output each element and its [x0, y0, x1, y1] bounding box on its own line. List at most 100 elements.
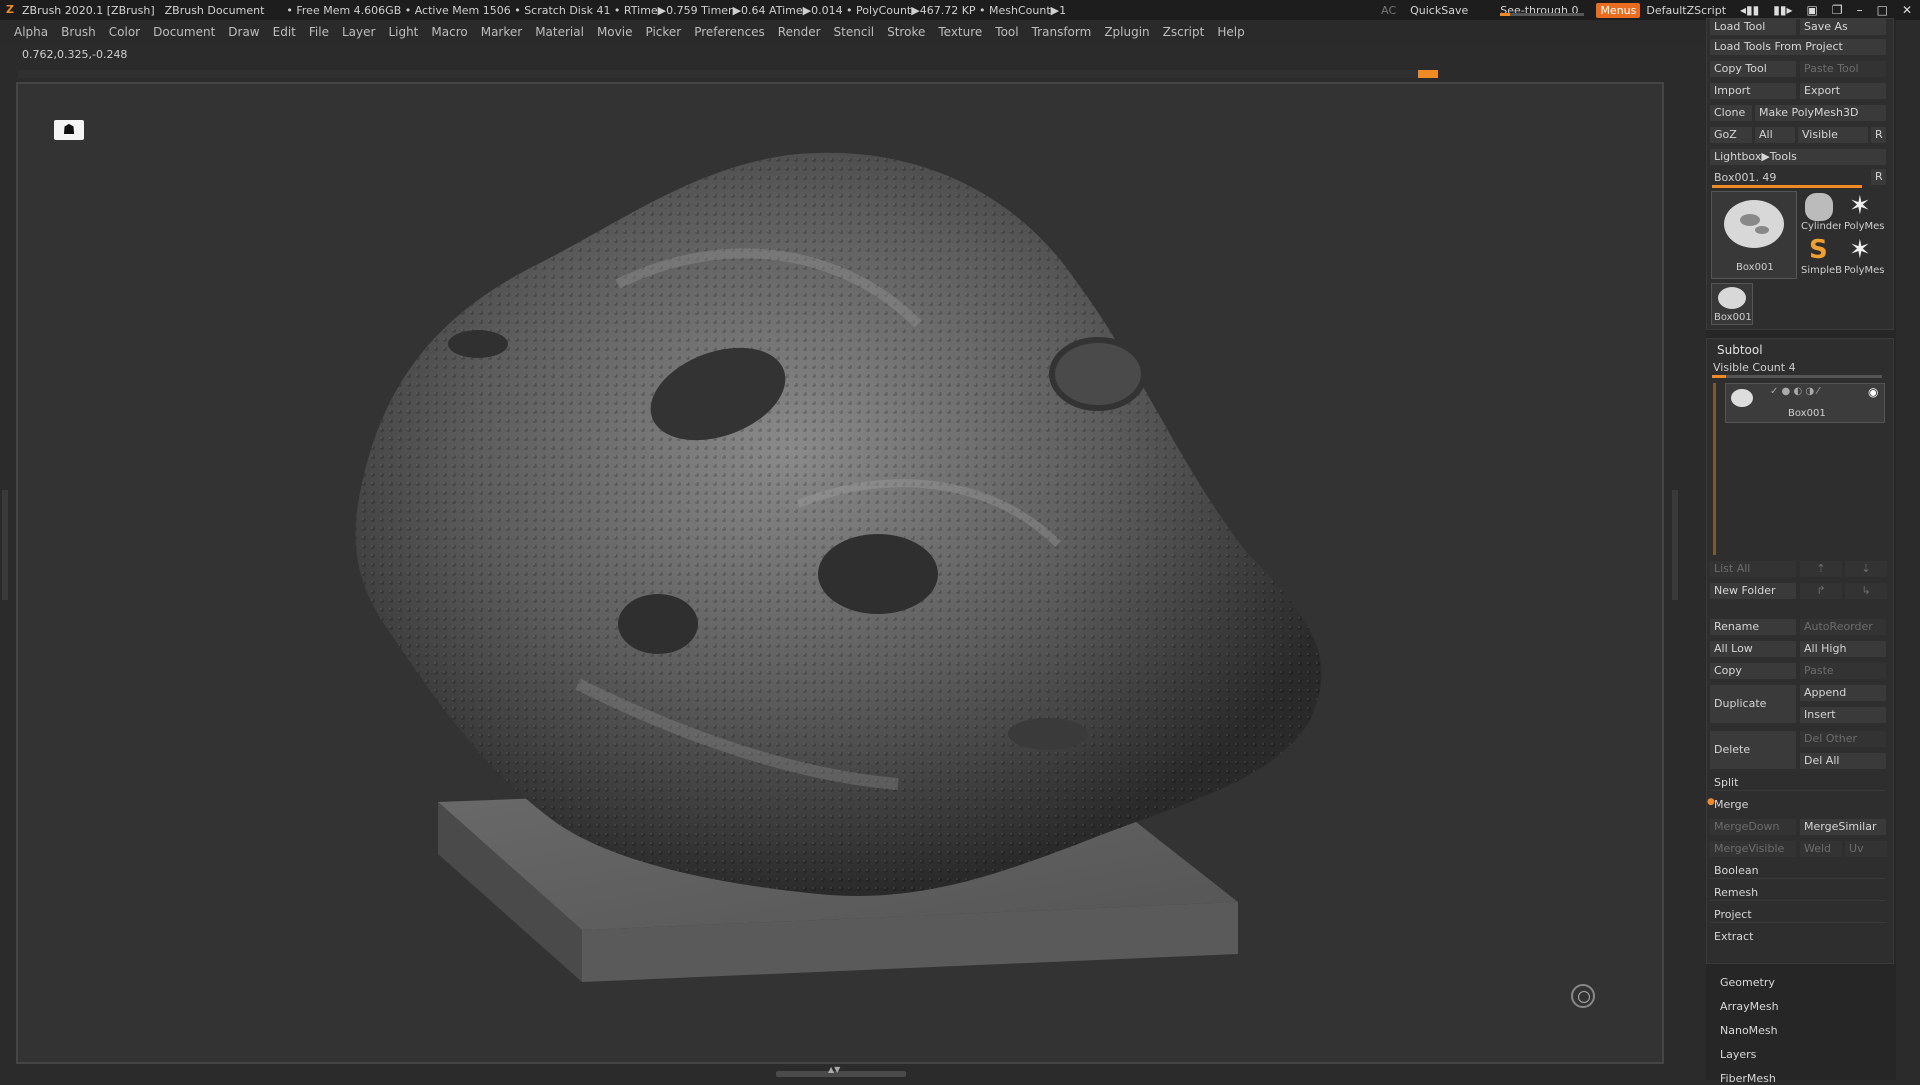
menu-light[interactable]: Light	[388, 25, 418, 39]
all-high-button[interactable]: All High	[1800, 641, 1886, 657]
subtool-item-box001[interactable]: ✓ ● ◐ ◑ ⁄ ◉ Box001	[1725, 383, 1885, 423]
tool-thumbnail-box001[interactable]: Box001	[1711, 191, 1797, 279]
list-all-button[interactable]: List All	[1710, 561, 1796, 577]
fibermesh-menu[interactable]: FiberMesh	[1720, 1072, 1776, 1085]
project-menu[interactable]: Project	[1710, 907, 1886, 923]
subtool-title[interactable]: Subtool	[1717, 343, 1763, 357]
del-all-button[interactable]: Del All	[1800, 753, 1886, 769]
arraymesh-menu[interactable]: ArrayMesh	[1720, 1000, 1779, 1013]
ac-label[interactable]: AC	[1381, 4, 1396, 17]
menu-stencil[interactable]: Stencil	[834, 25, 875, 39]
duplicate-button[interactable]: Duplicate	[1710, 685, 1796, 723]
menu-movie[interactable]: Movie	[597, 25, 633, 39]
merge-menu[interactable]: Merge	[1710, 797, 1886, 813]
rename-button[interactable]: Rename	[1710, 619, 1796, 635]
lightbox-tools-button[interactable]: Lightbox▶Tools	[1710, 149, 1886, 165]
clone-button[interactable]: Clone	[1710, 105, 1752, 121]
load-tools-from-project-button[interactable]: Load Tools From Project	[1710, 39, 1886, 55]
menu-color[interactable]: Color	[109, 25, 140, 39]
maximize-icon[interactable]: □	[1877, 3, 1888, 17]
mergevisible-button[interactable]: MergeVisible	[1710, 841, 1796, 857]
left-tray-handle[interactable]	[2, 490, 8, 600]
nanomesh-menu[interactable]: NanoMesh	[1720, 1024, 1778, 1037]
autoreorder-button[interactable]: AutoReorder	[1800, 619, 1886, 635]
boolean-menu[interactable]: Boolean	[1710, 863, 1886, 879]
bottom-tray-handle[interactable]	[776, 1065, 906, 1077]
polymesh-star-icon-2[interactable]: ✶	[1849, 235, 1871, 265]
right-tray-handle[interactable]	[1672, 490, 1678, 600]
append-button[interactable]: Append	[1800, 685, 1886, 701]
menu-zscript[interactable]: Zscript	[1163, 25, 1205, 39]
subtool-list-scrollbar[interactable]	[1713, 383, 1716, 555]
new-folder-button[interactable]: New Folder	[1710, 583, 1796, 599]
copy-tool-button[interactable]: Copy Tool	[1710, 61, 1796, 77]
tool-reset-r-button[interactable]: R	[1871, 169, 1886, 185]
menu-layer[interactable]: Layer	[342, 25, 375, 39]
default-zscript-button[interactable]: DefaultZScript	[1646, 4, 1726, 17]
menu-stroke[interactable]: Stroke	[887, 25, 925, 39]
minimize-icon[interactable]: –	[1857, 3, 1863, 17]
current-tool-slider-label[interactable]: Box001. 49	[1714, 171, 1776, 184]
import-button[interactable]: Import	[1710, 83, 1796, 99]
all-low-button[interactable]: All Low	[1710, 641, 1796, 657]
move-up-arrow-icon[interactable]: ⇡	[1800, 561, 1842, 577]
goz-all-button[interactable]: All	[1755, 127, 1795, 143]
polymesh-star-icon[interactable]: ✶	[1849, 191, 1871, 221]
menu-macro[interactable]: Macro	[431, 25, 467, 39]
menu-picker[interactable]: Picker	[645, 25, 681, 39]
folder-out-icon[interactable]: ↳	[1845, 583, 1887, 599]
folder-in-icon[interactable]: ↱	[1800, 583, 1842, 599]
insert-button[interactable]: Insert	[1800, 707, 1886, 723]
menu-draw[interactable]: Draw	[228, 25, 259, 39]
window-restore-icon[interactable]: ❐	[1832, 3, 1843, 17]
load-tool-button[interactable]: Load Tool	[1710, 19, 1796, 35]
menu-preferences[interactable]: Preferences	[694, 25, 765, 39]
subtool-options-icons[interactable]: ✓ ● ◐ ◑ ⁄	[1770, 386, 1819, 397]
menu-material[interactable]: Material	[535, 25, 584, 39]
mergesimilar-button[interactable]: MergeSimilar	[1800, 819, 1886, 835]
canvas-viewport[interactable]: ☗	[16, 82, 1664, 1064]
geometry-menu[interactable]: Geometry	[1720, 976, 1775, 989]
menu-alpha[interactable]: Alpha	[14, 25, 48, 39]
menu-document[interactable]: Document	[153, 25, 215, 39]
menu-render[interactable]: Render	[778, 25, 821, 39]
extract-menu[interactable]: Extract	[1710, 929, 1886, 945]
tool-thumbnail-box001-small[interactable]: Box001	[1711, 283, 1753, 325]
copy-subtool-button[interactable]: Copy	[1710, 663, 1796, 679]
goz-r-button[interactable]: R	[1871, 127, 1886, 143]
paste-tool-button[interactable]: Paste Tool	[1800, 61, 1886, 77]
menu-tool[interactable]: Tool	[995, 25, 1018, 39]
menus-toggle-button[interactable]: Menus	[1596, 2, 1641, 18]
current-tool-slider[interactable]	[1712, 185, 1862, 188]
menu-texture[interactable]: Texture	[938, 25, 982, 39]
uv-button[interactable]: Uv	[1845, 841, 1887, 857]
menu-help[interactable]: Help	[1217, 25, 1244, 39]
del-other-button[interactable]: Del Other	[1800, 731, 1886, 747]
menu-transform[interactable]: Transform	[1032, 25, 1092, 39]
menu-edit[interactable]: Edit	[273, 25, 296, 39]
remesh-menu[interactable]: Remesh	[1710, 885, 1886, 901]
export-button[interactable]: Export	[1800, 83, 1886, 99]
menu-file[interactable]: File	[309, 25, 329, 39]
layout-left-icon[interactable]: ◂▮▮	[1740, 3, 1759, 17]
split-menu[interactable]: Split	[1710, 775, 1886, 791]
simpleb-brush-icon[interactable]: S	[1809, 235, 1828, 265]
menu-zplugin[interactable]: Zplugin	[1104, 25, 1149, 39]
make-polymesh3d-button[interactable]: Make PolyMesh3D	[1755, 105, 1886, 121]
weld-button[interactable]: Weld	[1800, 841, 1842, 857]
visible-count-slider[interactable]	[1712, 375, 1882, 378]
quicksave-button[interactable]: QuickSave	[1410, 4, 1468, 17]
visible-count-label[interactable]: Visible Count 4	[1713, 361, 1796, 374]
close-icon[interactable]: ✕	[1902, 3, 1912, 17]
delete-button[interactable]: Delete	[1710, 731, 1796, 769]
menu-brush[interactable]: Brush	[61, 25, 96, 39]
goz-button[interactable]: GoZ	[1710, 127, 1752, 143]
layout-right-icon[interactable]: ▮▮▸	[1773, 3, 1792, 17]
paste-subtool-button[interactable]: Paste	[1800, 663, 1886, 679]
see-through-slider[interactable]: See-through 0	[1482, 4, 1585, 17]
cylinder-tool-icon[interactable]	[1805, 193, 1833, 221]
move-down-arrow-icon[interactable]: ⇣	[1845, 561, 1887, 577]
visibility-eye-icon[interactable]: ◉	[1868, 385, 1878, 399]
navigation-gizmo-icon[interactable]	[1571, 984, 1595, 1008]
mergedown-button[interactable]: MergeDown	[1710, 819, 1796, 835]
